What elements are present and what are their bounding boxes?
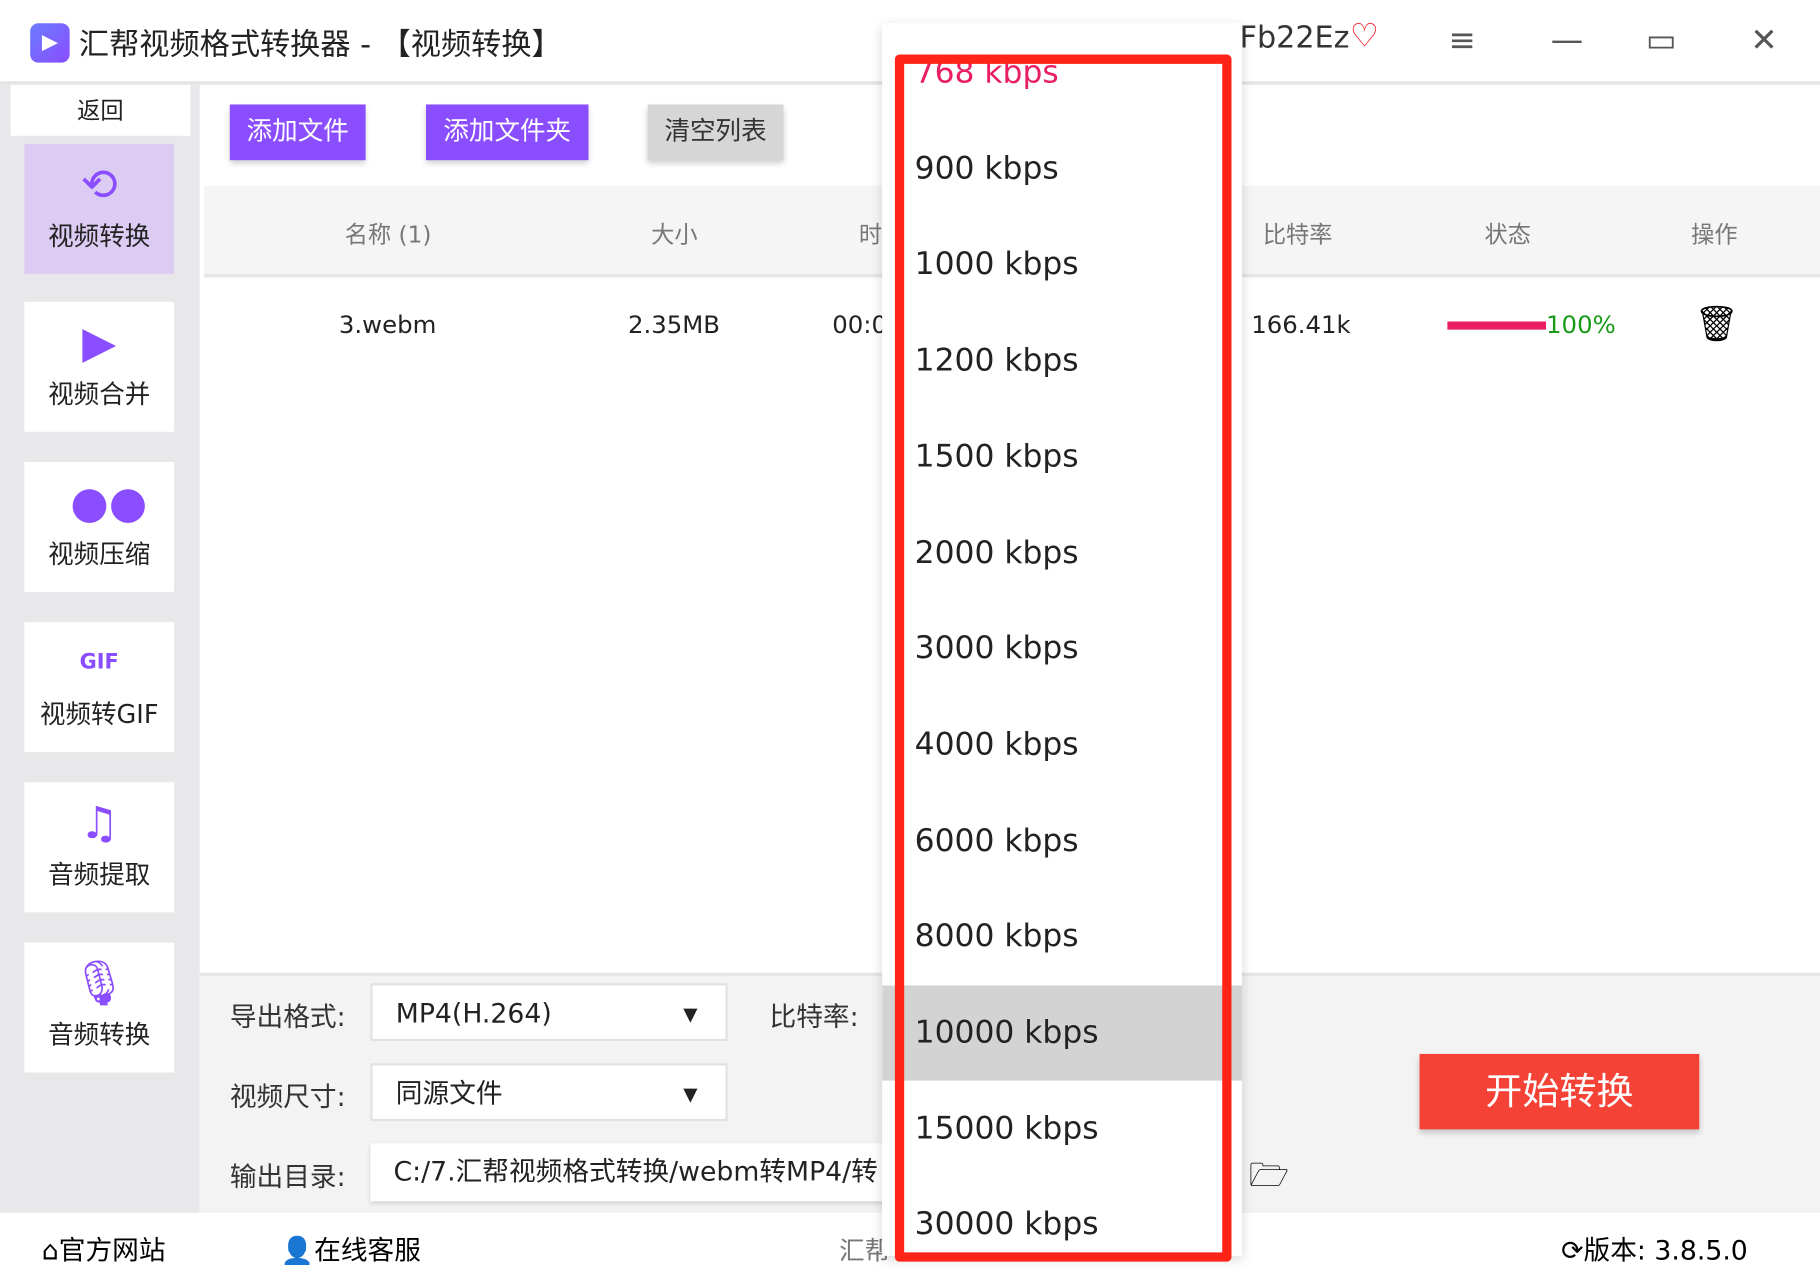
video-merge-icon: ▶ bbox=[82, 316, 117, 368]
bitrate-option[interactable]: 900 kbps bbox=[882, 122, 1242, 217]
sidebar-item-video-compress[interactable]: ●● 视频压缩 bbox=[24, 461, 175, 592]
menu-icon[interactable]: ≡ bbox=[1449, 21, 1476, 59]
add-file-button[interactable]: 添加文件 bbox=[229, 104, 366, 161]
sidebar-item-label: 视频合并 bbox=[48, 380, 151, 410]
vip-diamond-icon[interactable]: ♡ bbox=[1350, 16, 1379, 54]
bitrate-option[interactable]: 4000 kbps bbox=[882, 697, 1242, 792]
progress-bar bbox=[1447, 321, 1547, 330]
app-logo-icon: ▶ bbox=[30, 23, 70, 63]
col-action: 操作 bbox=[1691, 220, 1738, 249]
file-size: 2.35MB bbox=[627, 311, 720, 339]
sidebar-item-video-gif[interactable]: GIF 视频转GIF bbox=[24, 622, 175, 753]
support-person-icon: 👤 bbox=[280, 1236, 315, 1267]
sidebar-item-label: 视频转GIF bbox=[39, 701, 159, 731]
gif-icon: GIF bbox=[79, 649, 119, 675]
bitrate-option[interactable]: 8000 kbps bbox=[882, 889, 1242, 984]
start-convert-button[interactable]: 开始转换 bbox=[1419, 1053, 1700, 1130]
format-value: MP4(H.264) bbox=[395, 999, 552, 1030]
website-link[interactable]: ⌂官方网站 bbox=[42, 1228, 166, 1267]
sidebar-item-label: 视频转换 bbox=[48, 222, 151, 252]
support-label: 在线客服 bbox=[314, 1236, 421, 1267]
bitrate-option[interactable]: 15000 kbps bbox=[882, 1081, 1242, 1176]
add-folder-button[interactable]: 添加文件夹 bbox=[425, 104, 589, 161]
bitrate-option[interactable]: 3000 kbps bbox=[882, 601, 1242, 696]
video-convert-icon: ⟲ bbox=[80, 159, 118, 211]
sidebar-item-audio-extract[interactable]: ♫ 音频提取 bbox=[24, 782, 175, 913]
video-compress-icon: ●● bbox=[70, 477, 148, 529]
page-name: - 【视频转换】 bbox=[360, 27, 562, 63]
folder-open-icon[interactable]: 🗁 bbox=[1249, 1151, 1289, 1207]
back-button[interactable]: 返回 bbox=[10, 84, 191, 136]
output-dir-input[interactable]: C:/7.汇帮视频格式转换/webm转MP4/转 bbox=[370, 1143, 905, 1202]
format-label: 导出格式: bbox=[229, 1002, 346, 1034]
size-label: 视频尺寸: bbox=[229, 1082, 346, 1114]
website-label: 官方网站 bbox=[58, 1236, 166, 1267]
size-select[interactable]: 同源文件 ▼ bbox=[370, 1063, 728, 1122]
sidebar-item-label: 视频压缩 bbox=[48, 540, 151, 570]
maximize-button[interactable]: ▭ bbox=[1646, 21, 1677, 59]
format-select[interactable]: MP4(H.264) ▼ bbox=[370, 983, 728, 1042]
sidebar-item-label: 音频提取 bbox=[48, 861, 151, 891]
file-duration: 00:0 bbox=[832, 311, 887, 339]
version-label: 版本: 3.8.5.0 bbox=[1583, 1236, 1748, 1267]
chevron-down-icon: ▼ bbox=[683, 1002, 698, 1025]
username: Fb22Ez bbox=[1239, 20, 1350, 56]
size-value: 同源文件 bbox=[395, 1079, 503, 1110]
home-icon: ⌂ bbox=[41, 1236, 59, 1267]
bitrate-option[interactable]: 1500 kbps bbox=[882, 409, 1242, 504]
col-name: 名称 (1) bbox=[344, 220, 432, 249]
sidebar-item-video-merge[interactable]: ▶ 视频合并 bbox=[24, 301, 175, 432]
window-title: 汇帮视频格式转换器 - 【视频转换】 bbox=[79, 21, 562, 64]
sidebar-item-video-convert[interactable]: ⟲ 视频转换 bbox=[24, 143, 175, 274]
bitrate-option[interactable]: 30000 kbps bbox=[882, 1177, 1242, 1255]
support-link[interactable]: 👤在线客服 bbox=[281, 1228, 421, 1267]
microphone-icon: 🎙 bbox=[71, 957, 128, 1009]
app-name: 汇帮视频格式转换器 bbox=[78, 27, 351, 63]
col-status: 状态 bbox=[1484, 220, 1531, 249]
bitrate-option[interactable]: 2000 kbps bbox=[882, 505, 1242, 600]
chevron-down-icon: ▼ bbox=[683, 1082, 698, 1105]
col-size: 大小 bbox=[651, 220, 698, 249]
bitrate-option[interactable]: 10000 kbps bbox=[882, 985, 1242, 1081]
bitrate-label: 比特率: bbox=[769, 1002, 859, 1034]
bitrate-option[interactable]: 768 kbps bbox=[882, 26, 1242, 121]
sidebar-item-label: 音频转换 bbox=[48, 1021, 151, 1051]
minimize-button[interactable]: — bbox=[1551, 21, 1583, 59]
sidebar-item-audio-convert[interactable]: 🎙 音频转换 bbox=[24, 942, 175, 1073]
file-bitrate: 166.41k bbox=[1251, 311, 1351, 339]
col-bitrate: 比特率 bbox=[1262, 220, 1333, 249]
bitrate-dropdown: 768 kbps 900 kbps 1000 kbps 1200 kbps 1500 k… bbox=[882, 23, 1242, 1256]
music-note-icon: ♫ bbox=[79, 797, 120, 849]
clear-list-button[interactable]: 清空列表 bbox=[647, 104, 784, 161]
col-duration: 时 bbox=[858, 220, 883, 249]
bitrate-option[interactable]: 1000 kbps bbox=[882, 218, 1242, 313]
bitrate-option[interactable]: 1200 kbps bbox=[882, 313, 1242, 408]
refresh-icon: ⟳ bbox=[1561, 1236, 1584, 1267]
trash-icon[interactable]: 🗑 bbox=[1695, 304, 1739, 345]
bitrate-option[interactable]: 6000 kbps bbox=[882, 793, 1242, 888]
version-info[interactable]: ⟳版本: 3.8.5.0 bbox=[1561, 1228, 1748, 1267]
file-name: 3.webm bbox=[338, 311, 437, 339]
progress-label: 100% bbox=[1546, 311, 1616, 339]
progress-fill bbox=[1447, 321, 1547, 330]
close-button[interactable]: ✕ bbox=[1750, 21, 1777, 59]
output-label: 输出目录: bbox=[229, 1163, 346, 1194]
